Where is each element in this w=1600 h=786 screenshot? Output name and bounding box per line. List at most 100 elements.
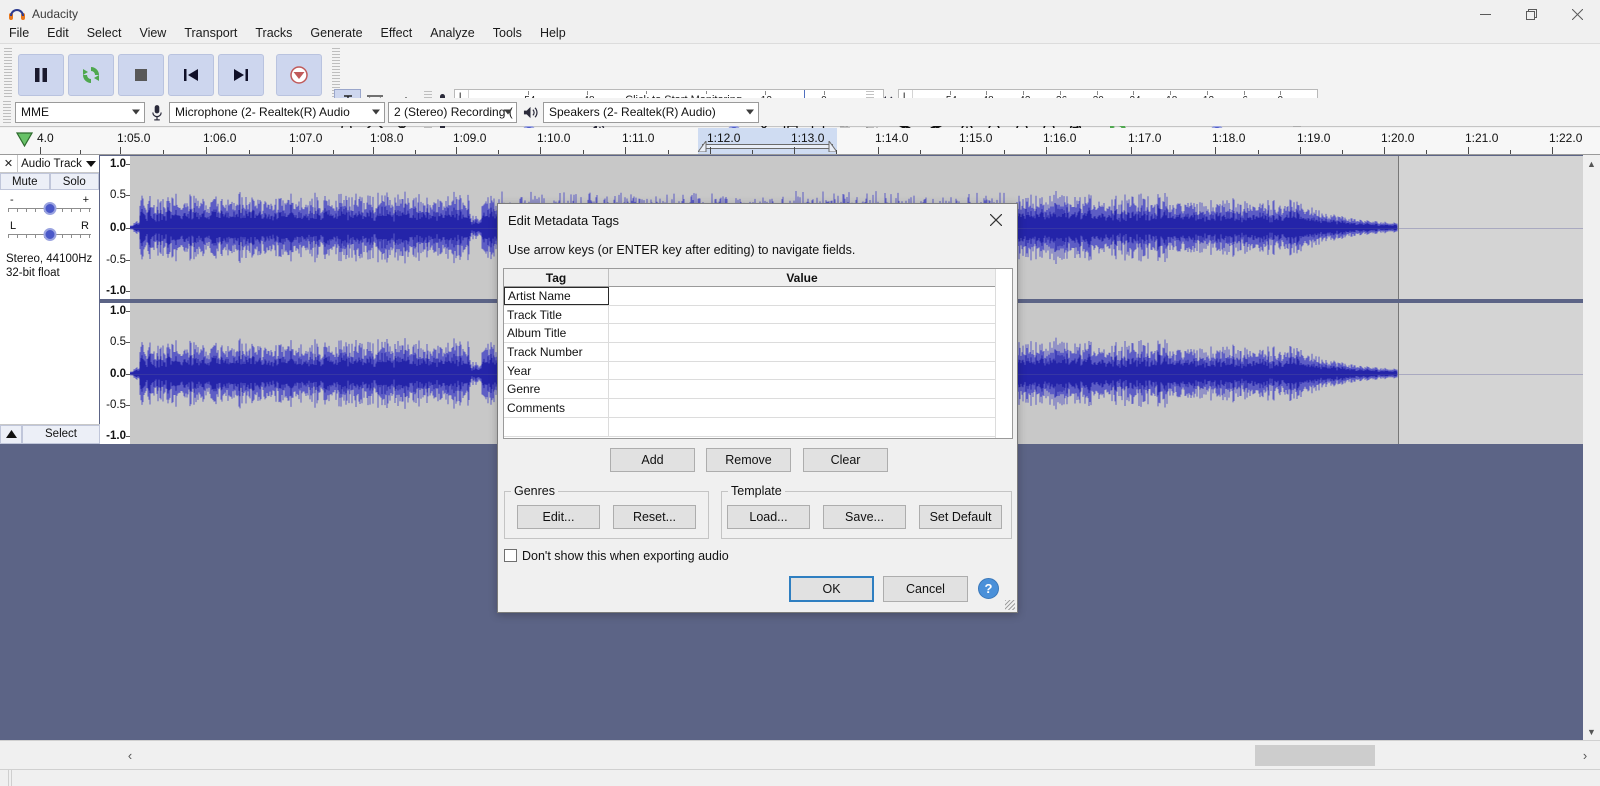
genres-edit-button[interactable]: Edit...: [517, 505, 600, 529]
play-button[interactable]: [68, 54, 114, 96]
ruler-major-tick: [1552, 147, 1553, 154]
track-gain-knob[interactable]: [43, 202, 56, 215]
menu-item-transport[interactable]: Transport: [175, 23, 246, 43]
hscroll-thumb[interactable]: [1255, 745, 1375, 766]
menu-item-select[interactable]: Select: [78, 23, 131, 43]
template-load-button[interactable]: Load...: [727, 505, 810, 529]
metadata-tag-cell[interactable]: Track Number: [504, 343, 609, 361]
metadata-value-cell[interactable]: [609, 418, 995, 436]
mute-button[interactable]: Mute: [0, 173, 50, 190]
vruler-label: 0.5: [110, 189, 126, 201]
menu-item-tools[interactable]: Tools: [484, 23, 531, 43]
recording-channels-select[interactable]: 2 (Stereo) Recording (: [388, 102, 517, 123]
menu-item-tracks[interactable]: Tracks: [246, 23, 301, 43]
clear-tags-button[interactable]: Clear: [803, 448, 888, 472]
close-track-icon[interactable]: ✕: [0, 155, 18, 172]
skip-to-end-button[interactable]: [218, 54, 264, 96]
metadata-row[interactable]: Comments: [504, 399, 995, 418]
ruler-major-tick: [120, 147, 121, 154]
template-legend: Template: [728, 484, 785, 498]
horizontal-scrollbar[interactable]: ‹ ›: [0, 740, 1600, 769]
select-track-button[interactable]: Select: [22, 425, 100, 444]
ruler-label: 1:14.0: [875, 131, 908, 145]
metadata-row[interactable]: Genre: [504, 380, 995, 399]
vruler-label: -1.0: [106, 430, 126, 442]
track-select-bar: Select: [0, 424, 100, 443]
skip-to-start-button[interactable]: [168, 54, 214, 96]
pinned-play-head-icon[interactable]: [16, 132, 33, 150]
ruler-minor-tick: [415, 150, 416, 154]
menu-item-edit[interactable]: Edit: [38, 23, 78, 43]
cancel-button[interactable]: Cancel: [883, 576, 968, 602]
metadata-grid-scrollbar[interactable]: [995, 269, 1012, 438]
menu-item-help[interactable]: Help: [531, 23, 575, 43]
metadata-row[interactable]: Artist Name: [504, 287, 995, 306]
menu-item-analyze[interactable]: Analyze: [421, 23, 483, 43]
metadata-value-cell[interactable]: [609, 362, 995, 380]
template-set-default-button[interactable]: Set Default: [919, 505, 1002, 529]
metadata-tag-cell[interactable]: Genre: [504, 380, 609, 398]
metadata-value-cell[interactable]: [609, 380, 995, 398]
metadata-tag-cell[interactable]: Artist Name: [504, 287, 609, 305]
metadata-value-cell[interactable]: [609, 399, 995, 417]
template-save-button[interactable]: Save...: [823, 505, 906, 529]
metadata-row[interactable]: [504, 418, 995, 437]
metadata-tag-cell[interactable]: [504, 418, 609, 436]
stop-button[interactable]: [118, 54, 164, 96]
metadata-grid-header: Tag Value: [504, 269, 995, 287]
hscroll-track[interactable]: [145, 741, 1570, 770]
metadata-row[interactable]: Track Number: [504, 343, 995, 362]
scroll-left-arrow[interactable]: ‹: [115, 748, 145, 763]
collapse-track-icon[interactable]: [0, 425, 22, 444]
add-tag-button[interactable]: Add: [610, 448, 695, 472]
vertical-scrollbar[interactable]: ▲ ▼: [1583, 155, 1600, 740]
scroll-right-arrow[interactable]: ›: [1570, 748, 1600, 763]
metadata-value-cell[interactable]: [609, 287, 995, 305]
scroll-up-arrow[interactable]: ▲: [1583, 155, 1600, 172]
metadata-row[interactable]: Track Title: [504, 306, 995, 325]
menu-item-view[interactable]: View: [130, 23, 175, 43]
solo-button[interactable]: Solo: [50, 173, 100, 190]
metadata-row[interactable]: Year: [504, 362, 995, 381]
device-toolbar-grip[interactable]: [3, 101, 11, 123]
track-gain-slider[interactable]: - +: [8, 194, 91, 218]
metadata-tag-cell[interactable]: Year: [504, 362, 609, 380]
close-icon[interactable]: [975, 205, 1017, 236]
chevron-down-icon: [132, 110, 140, 115]
help-button[interactable]: ?: [978, 578, 999, 599]
waveform-vruler-right: 1.00.50.0-0.5-1.0: [100, 303, 130, 444]
play-region-handle-left[interactable]: [698, 141, 707, 152]
dialog-resize-grip[interactable]: [1005, 600, 1015, 610]
pause-button[interactable]: [18, 54, 64, 96]
playback-device-select[interactable]: Speakers (2- Realtek(R) Audio): [543, 102, 759, 123]
recording-device-select[interactable]: Microphone (2- Realtek(R) Audio: [169, 102, 385, 123]
track-pan-knob[interactable]: [43, 228, 56, 241]
remove-tag-button[interactable]: Remove: [706, 448, 791, 472]
ruler-major-tick: [1215, 147, 1216, 154]
scroll-down-arrow[interactable]: ▼: [1583, 723, 1600, 740]
metadata-tag-cell[interactable]: Track Title: [504, 306, 609, 324]
record-button[interactable]: [276, 54, 322, 96]
metadata-tag-cell[interactable]: Album Title: [504, 324, 609, 342]
ruler-label: 1:17.0: [1128, 131, 1161, 145]
metadata-value-cell[interactable]: [609, 343, 995, 361]
menu-item-file[interactable]: File: [0, 23, 38, 43]
track-name-dropdown[interactable]: Audio Track: [18, 155, 99, 172]
metadata-value-cell[interactable]: [609, 324, 995, 342]
audio-host-select[interactable]: MME: [15, 102, 145, 123]
menu-item-generate[interactable]: Generate: [301, 23, 371, 43]
genres-reset-button[interactable]: Reset...: [613, 505, 696, 529]
dont-show-checkbox[interactable]: [504, 549, 517, 562]
gain-minus-label: -: [10, 194, 14, 206]
ruler-label: 1:20.0: [1381, 131, 1414, 145]
menu-item-effect[interactable]: Effect: [372, 23, 422, 43]
metadata-tag-cell[interactable]: Comments: [504, 399, 609, 417]
metadata-row[interactable]: Album Title: [504, 324, 995, 343]
chevron-down-icon: [372, 110, 380, 115]
metadata-value-cell[interactable]: [609, 306, 995, 324]
ok-button[interactable]: OK: [789, 576, 874, 602]
track-pan-slider[interactable]: L R: [8, 220, 91, 244]
transport-toolbar-grip[interactable]: [4, 48, 12, 102]
timeline-ruler[interactable]: 4.01:05.01:06.01:07.01:08.01:09.01:10.01…: [0, 128, 1600, 155]
ruler-label: 4.0: [37, 131, 54, 145]
